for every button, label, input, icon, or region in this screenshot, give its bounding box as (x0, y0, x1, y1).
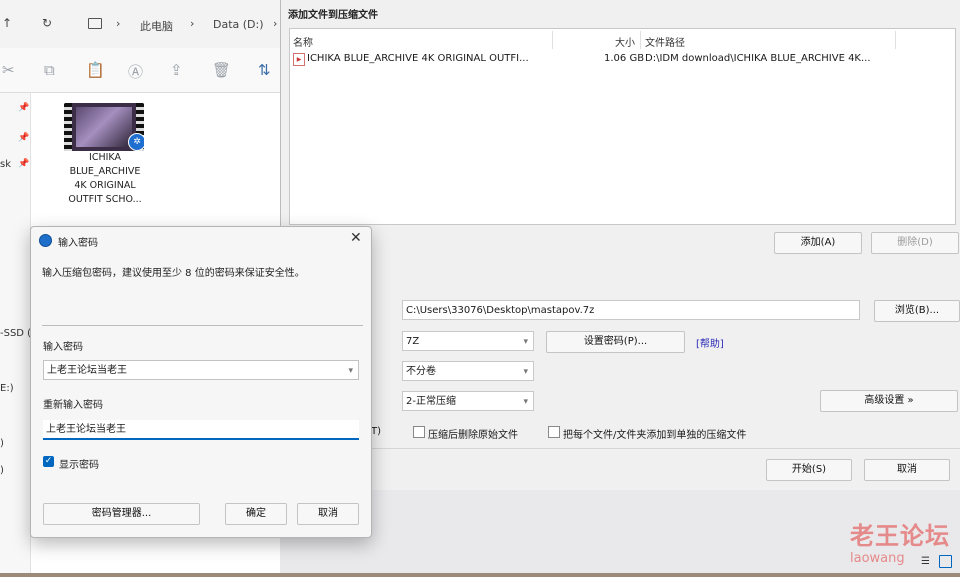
pin-icon: 📌 (18, 133, 30, 143)
browse-button[interactable]: 浏览(B)... (874, 300, 960, 322)
share-icon[interactable]: ⇪ (170, 61, 183, 79)
chevron-down-icon: ▾ (348, 366, 353, 376)
divider (281, 448, 960, 449)
sort-icon[interactable]: ⇅ (258, 61, 271, 79)
video-thumbnail[interactable]: ✲ (64, 103, 144, 151)
close-icon[interactable]: ✕ (350, 230, 362, 246)
chevron-down-icon: ▾ (523, 367, 528, 377)
cancel-button[interactable]: 取消 (864, 459, 950, 481)
ok-button[interactable]: 确定 (225, 503, 287, 525)
sidebar-item-drive[interactable]: ) (0, 438, 4, 449)
option-label-truncated: T) (371, 426, 382, 437)
copy-icon[interactable]: ⧉ (44, 61, 55, 79)
password-value: 上老王论坛当老王 (47, 365, 127, 376)
compression-level-value: 2-正常压缩 (406, 396, 456, 407)
film-strip-icon (64, 103, 72, 151)
watermark-logo: 老王论坛 (850, 522, 950, 550)
details-view-icon[interactable]: ☰ (921, 556, 933, 568)
format-select-value: 7Z (406, 336, 420, 347)
column-header-name[interactable]: 名称 (293, 34, 313, 49)
confirm-password-label: 重新输入密码 (43, 400, 103, 411)
archive-file-list[interactable]: 名称 大小 文件路径 ▶ ICHIKA BLUE_ARCHIVE 4K ORIG… (289, 28, 956, 225)
help-link[interactable]: [帮助] (696, 335, 724, 350)
delete-after-label[interactable]: 压缩后删除原始文件 (428, 426, 518, 441)
advanced-settings-button[interactable]: 高级设置 » (820, 390, 958, 412)
set-password-button[interactable]: 设置密码(P)... (546, 331, 685, 353)
separate-archives-checkbox[interactable] (548, 426, 560, 438)
chevron-down-icon: ▾ (523, 337, 528, 347)
row-file-name: ICHIKA BLUE_ARCHIVE 4K ORIGINAL OUTFI... (307, 53, 529, 64)
sync-badge-icon: ✲ (128, 133, 144, 151)
password-dialog: 输入密码 ✕ 输入压缩包密码，建议使用至少 8 位的密码来保证安全性。 输入密码… (30, 226, 372, 538)
archive-dialog-titlebar: 添加文件到压缩文件 (281, 0, 960, 26)
refresh-icon[interactable]: ↻ (42, 16, 52, 30)
start-button[interactable]: 开始(S) (766, 459, 852, 481)
volume-select-value: 不分卷 (406, 366, 436, 377)
explorer-toolbar: ✂ ⧉ 📋 Ⓐ ⇪ 🗑 ⇅ (0, 48, 280, 93)
tiles-view-icon[interactable] (939, 555, 952, 568)
show-password-label[interactable]: 显示密码 (59, 456, 99, 471)
sidebar-item-drive-e[interactable]: E:) (0, 383, 14, 394)
pin-icon: 📌 (18, 103, 30, 113)
add-to-archive-dialog: 添加文件到压缩文件 名称 大小 文件路径 ▶ ICHIKA BLUE_ARCHI… (280, 0, 960, 490)
video-file-icon: ▶ (293, 53, 305, 66)
column-divider[interactable] (640, 31, 641, 49)
file-name-label[interactable]: ICHIKA BLUE_ARCHIVE 4K ORIGINAL OUTFIT S… (51, 151, 159, 207)
rename-icon[interactable]: Ⓐ (128, 61, 143, 82)
column-header-path[interactable]: 文件路径 (645, 34, 685, 49)
sidebar-item-disk[interactable]: sk (0, 159, 11, 170)
remove-button[interactable]: 删除(D) (871, 232, 959, 254)
row-file-size: 1.06 GB (604, 53, 645, 64)
cut-icon[interactable]: ✂ (2, 61, 15, 79)
password-hint: 输入压缩包密码，建议使用至少 8 位的密码来保证安全性。 (42, 268, 305, 279)
compression-level-select[interactable]: 2-正常压缩 ▾ (402, 391, 534, 411)
archive-path-field[interactable]: C:\Users\33076\Desktop\mastapov.7z (402, 300, 860, 320)
breadcrumb-separator-icon: › (273, 17, 278, 30)
breadcrumb-this-pc[interactable]: 此电脑 (140, 18, 173, 34)
password-dialog-title: 输入密码 (58, 238, 98, 249)
breadcrumb-drive-d[interactable]: Data (D:) (213, 18, 264, 31)
delete-after-checkbox[interactable] (413, 426, 425, 438)
row-file-path: D:\IDM download\ICHIKA BLUE_ARCHIVE 4K..… (645, 53, 871, 64)
pin-icon: 📌 (18, 159, 30, 169)
sidebar-item-drive[interactable]: ) (0, 465, 4, 476)
password-label: 输入密码 (43, 342, 83, 353)
thumbnail-image (76, 107, 132, 147)
chevron-down-icon: ▾ (523, 397, 528, 407)
sidebar-item-ssd[interactable]: -SSD ( (0, 328, 31, 339)
format-select[interactable]: 7Z ▾ (402, 331, 534, 351)
divider (42, 325, 363, 326)
explorer-sidebar: 📌 📌 sk 📌 -SSD ( E:) ) ) (0, 93, 31, 577)
explorer-address-bar: ↑ ↻ › 此电脑 › Data (D:) › (0, 0, 280, 48)
password-manager-button[interactable]: 密码管理器... (43, 503, 200, 525)
paste-icon[interactable]: 📋 (86, 61, 105, 79)
breadcrumb-separator-icon: › (116, 17, 121, 30)
confirm-password-input[interactable]: 上老王论坛当老王 (43, 420, 359, 440)
column-header-size[interactable]: 大小 (615, 34, 635, 49)
show-password-checkbox[interactable]: ✓ (43, 456, 54, 467)
archive-dialog-title: 添加文件到压缩文件 (288, 10, 378, 21)
password-select[interactable]: 上老王论坛当老王 ▾ (43, 360, 359, 380)
breadcrumb-separator-icon: › (190, 17, 195, 30)
separate-archives-label[interactable]: 把每个文件/文件夹添加到单独的压缩文件 (563, 426, 746, 441)
add-button[interactable]: 添加(A) (774, 232, 862, 254)
table-row[interactable]: ▶ ICHIKA BLUE_ARCHIVE 4K ORIGINAL OUTFI.… (290, 50, 955, 68)
watermark-url: laowang (850, 551, 905, 566)
app-icon (39, 234, 52, 247)
column-divider[interactable] (895, 31, 896, 49)
monitor-icon (88, 18, 102, 29)
taskbar-edge (0, 573, 960, 577)
cancel-button[interactable]: 取消 (297, 503, 359, 525)
delete-icon[interactable]: 🗑 (212, 61, 231, 79)
volume-select[interactable]: 不分卷 ▾ (402, 361, 534, 381)
column-divider[interactable] (552, 31, 553, 49)
up-arrow-icon[interactable]: ↑ (2, 16, 12, 30)
